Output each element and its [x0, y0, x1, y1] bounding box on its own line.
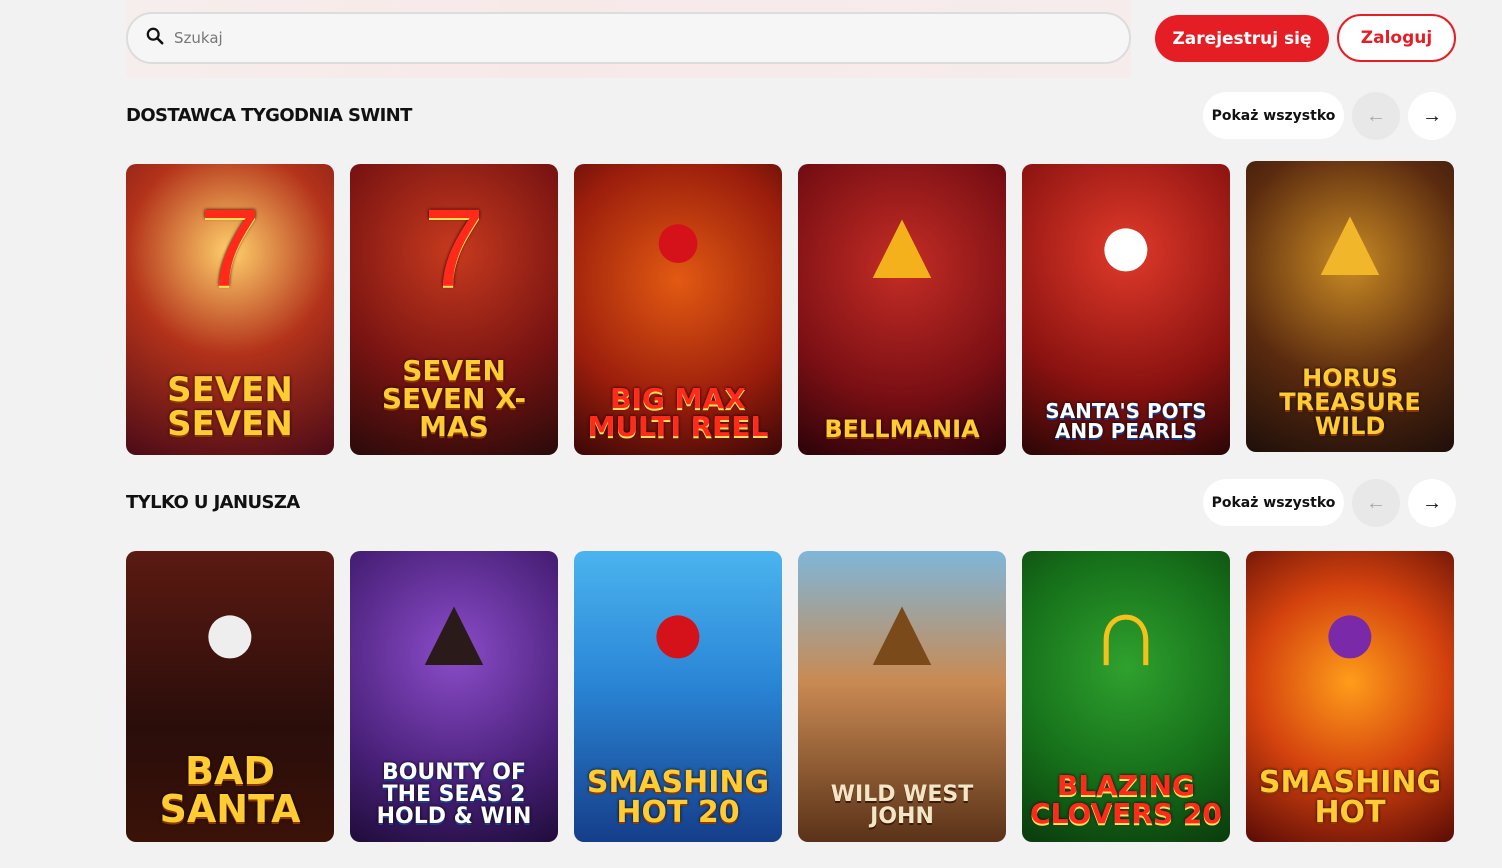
game-tile[interactable]: ∩ Blazing Clovers 20	[1022, 551, 1230, 842]
arrow-left-icon[interactable]: ←	[1352, 92, 1400, 140]
register-button[interactable]: Zarejestruj się	[1155, 15, 1329, 62]
show-all-button-provider[interactable]: Pokaż wszystko	[1203, 92, 1344, 139]
search-input[interactable]	[174, 29, 1074, 47]
bell-icon: ▲	[852, 188, 952, 300]
game-title: Blazing Clovers 20	[1030, 769, 1222, 830]
game-title: Big Max Multi Reel	[587, 382, 769, 443]
game-tile[interactable]: ▲ Wild West John	[798, 551, 1006, 842]
show-all-button-janusz[interactable]: Pokaż wszystko	[1203, 479, 1344, 526]
login-button[interactable]: Zaloguj	[1337, 14, 1456, 62]
arrow-right-icon[interactable]: →	[1408, 92, 1456, 140]
game-title: Smashing Hot	[1258, 765, 1442, 830]
game-title: Seven Seven X-Mas	[381, 354, 527, 443]
section-title-only-at-janusz: TYLKO U JANUSZA	[126, 492, 300, 513]
arrow-left-icon[interactable]: ←	[1352, 479, 1400, 527]
page: Zarejestruj się Zaloguj DOSTAWCA TYGODNI…	[0, 0, 1502, 868]
search-bar[interactable]	[126, 12, 1131, 64]
game-tile[interactable]: ▲ Bounty of the Seas 2 Hold & Win	[350, 551, 558, 842]
section-title-provider-of-week: DOSTAWCA TYGODNIA SWINT	[126, 105, 412, 126]
cherry-icon: ●	[650, 189, 706, 289]
game-title: Bounty of the Seas 2 Hold & Win	[376, 760, 532, 829]
horseshoe-icon: ∩	[1090, 575, 1162, 687]
seven-icon: 7	[423, 187, 485, 310]
santa-biker-icon: ●	[199, 575, 261, 687]
arrow-right-icon[interactable]: →	[1408, 479, 1456, 527]
game-tile[interactable]: 7 Seven Seven X-Mas	[350, 164, 558, 455]
game-title: Smashing Hot 20	[586, 765, 770, 830]
game-title: Wild West John	[830, 782, 974, 829]
cherry-icon: ●	[647, 575, 709, 687]
game-tile[interactable]: 7 Seven Seven	[126, 164, 334, 455]
game-title: Santa's Pots and Pearls	[1045, 399, 1207, 443]
seven-icon: 7	[199, 187, 261, 310]
cowboy-icon: ▲	[852, 575, 952, 687]
game-tile[interactable]: ▲ Bellmania	[798, 164, 1006, 455]
pharaoh-icon: ▲	[1300, 185, 1400, 297]
pirate-icon: ▲	[404, 575, 504, 687]
plum-icon: ●	[1319, 575, 1381, 687]
search-icon	[146, 27, 164, 50]
game-title: Seven Seven	[167, 370, 293, 444]
game-tile[interactable]: ● Big Max Multi Reel	[574, 164, 782, 455]
game-title: Horus Treasure Wild	[1279, 364, 1421, 440]
game-tile[interactable]: ● Bad Santa	[126, 551, 334, 842]
game-title: Bellmania	[824, 415, 980, 443]
game-tile[interactable]: ● Smashing Hot 20	[574, 551, 782, 842]
game-title: Bad Santa	[159, 749, 301, 831]
game-tile[interactable]: ● Santa's Pots and Pearls	[1022, 164, 1230, 455]
game-tile[interactable]: ● Smashing Hot	[1246, 551, 1454, 842]
game-tile[interactable]: ▲ Horus Treasure Wild	[1246, 161, 1454, 452]
santa-icon: ●	[1095, 188, 1157, 300]
